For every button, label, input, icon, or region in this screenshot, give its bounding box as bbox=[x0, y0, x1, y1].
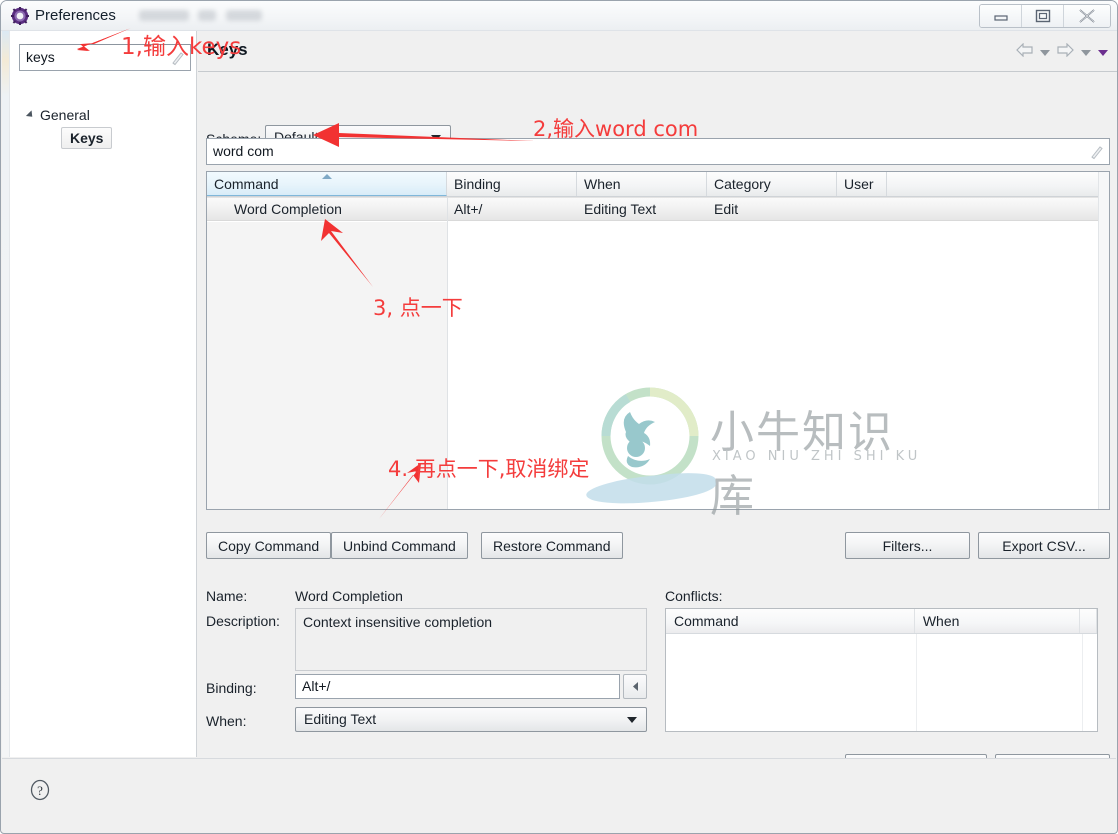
svg-text:?: ? bbox=[37, 783, 43, 798]
forward-history-dropdown[interactable] bbox=[1081, 49, 1091, 56]
column-header-label: Category bbox=[714, 176, 771, 192]
left-edge-rail bbox=[2, 31, 10, 757]
cell-command: Word Completion bbox=[234, 201, 342, 217]
column-header-binding[interactable]: Binding bbox=[447, 172, 577, 196]
binding-field[interactable] bbox=[295, 674, 620, 699]
sidebar-item-label: Keys bbox=[70, 130, 104, 146]
description-textarea: Context insensitive completion bbox=[295, 608, 647, 671]
page-menu-dropdown[interactable] bbox=[1098, 49, 1108, 56]
help-question-icon[interactable]: ? bbox=[29, 779, 51, 801]
back-history-dropdown[interactable] bbox=[1040, 49, 1050, 56]
clear-icon[interactable] bbox=[170, 50, 185, 67]
table-background-band bbox=[207, 222, 447, 509]
bindings-filter-box[interactable] bbox=[206, 138, 1110, 165]
table-row[interactable]: Word Completion Alt+/ Editing Text Edit bbox=[207, 197, 1109, 221]
column-header-label: User bbox=[844, 176, 874, 192]
description-value: Context insensitive completion bbox=[303, 614, 493, 630]
page-header: Keys bbox=[198, 31, 1117, 72]
copy-command-button[interactable]: Copy Command bbox=[206, 532, 332, 559]
column-header-spacer bbox=[887, 172, 1099, 196]
column-header-command[interactable]: Command bbox=[207, 172, 447, 196]
when-selected-value: Editing Text bbox=[304, 711, 377, 727]
key-bindings-table[interactable]: Command Binding When Category User Word … bbox=[206, 171, 1110, 510]
conflicts-header-row: Command When bbox=[666, 609, 1097, 634]
table-vertical-scrollbar[interactable] bbox=[1098, 172, 1109, 509]
window-title: Preferences bbox=[35, 7, 116, 24]
restore-command-button[interactable]: Restore Command bbox=[481, 532, 623, 559]
sort-ascending-icon bbox=[321, 174, 332, 179]
description-label: Description: bbox=[206, 613, 280, 629]
column-header-label: Binding bbox=[454, 176, 501, 192]
chevron-expanded-icon[interactable] bbox=[25, 110, 36, 120]
clear-icon[interactable] bbox=[1089, 144, 1104, 161]
conflicts-table[interactable]: Command When bbox=[665, 608, 1098, 732]
column-header-user[interactable]: User bbox=[837, 172, 887, 196]
back-arrow-icon[interactable] bbox=[1016, 42, 1033, 62]
sidebar-item-general[interactable]: General bbox=[25, 104, 90, 126]
table-gridline bbox=[447, 197, 448, 509]
tree-filter-box[interactable] bbox=[19, 44, 191, 71]
title-bar: Preferences bbox=[1, 1, 1117, 31]
cell-binding: Alt+/ bbox=[454, 201, 483, 217]
forward-arrow-icon[interactable] bbox=[1057, 42, 1074, 62]
table-body: Word Completion Alt+/ Editing Text Edit bbox=[207, 197, 1109, 221]
column-header-category[interactable]: Category bbox=[707, 172, 837, 196]
sidebar-item-label: General bbox=[40, 107, 90, 123]
name-value: Word Completion bbox=[295, 588, 403, 604]
cell-category: Edit bbox=[714, 201, 739, 217]
close-button[interactable] bbox=[1064, 5, 1110, 27]
maximize-button[interactable] bbox=[1022, 5, 1064, 27]
page-navigation-tools bbox=[1016, 42, 1108, 62]
cell-user bbox=[837, 198, 887, 220]
bindings-filter-input[interactable] bbox=[213, 143, 1033, 159]
conflicts-gridline bbox=[916, 634, 917, 731]
page-title: Keys bbox=[207, 40, 248, 59]
when-select[interactable]: Editing Text bbox=[295, 707, 647, 732]
binding-insert-special-button[interactable] bbox=[623, 674, 647, 699]
unbind-command-button[interactable]: Unbind Command bbox=[331, 532, 468, 559]
when-label: When: bbox=[206, 713, 247, 729]
column-header-when[interactable]: When bbox=[577, 172, 707, 196]
conflicts-column-header-spacer bbox=[1080, 609, 1097, 633]
conflicts-label: Conflicts: bbox=[665, 588, 723, 604]
column-header-label: Command bbox=[214, 175, 279, 192]
keys-preference-page: Keys Scheme: Default bbox=[198, 31, 1117, 781]
preferences-dialog: Preferences keys General Keys Keys Defau… bbox=[0, 0, 1118, 834]
dialog-footer: ? OK Cancel bbox=[2, 758, 1116, 832]
conflicts-column-header-when[interactable]: When bbox=[915, 609, 1081, 633]
title-blurred-text bbox=[198, 10, 216, 21]
title-blurred-text bbox=[226, 10, 262, 21]
chevron-down-icon bbox=[627, 717, 637, 723]
tree-filter-input[interactable] bbox=[26, 49, 156, 65]
conflicts-column-header-command[interactable]: Command bbox=[666, 609, 915, 633]
title-blurred-text bbox=[139, 10, 189, 21]
binding-input[interactable] bbox=[302, 678, 602, 694]
window-controls bbox=[979, 4, 1111, 28]
sidebar-item-keys[interactable]: Keys bbox=[61, 127, 113, 149]
name-label: Name: bbox=[206, 588, 248, 604]
filters-button[interactable]: Filters... bbox=[845, 532, 970, 559]
binding-label: Binding: bbox=[206, 680, 257, 696]
minimize-button[interactable] bbox=[980, 5, 1022, 27]
cell-when: Editing Text bbox=[584, 201, 657, 217]
column-header-label: When bbox=[584, 176, 621, 192]
preferences-gear-icon bbox=[11, 7, 29, 25]
preferences-tree-panel: General Keys bbox=[10, 31, 197, 757]
conflicts-gridline bbox=[1082, 634, 1083, 731]
export-csv-button[interactable]: Export CSV... bbox=[978, 532, 1110, 559]
table-header-row: Command Binding When Category User bbox=[207, 172, 1109, 197]
